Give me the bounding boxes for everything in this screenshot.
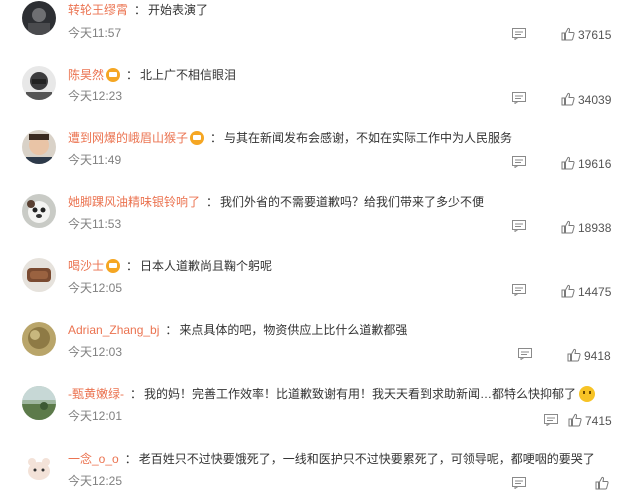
colon: ：: [130, 387, 143, 401]
colon: ：: [206, 195, 219, 209]
verified-badge-icon: [190, 131, 205, 145]
thumbs-up-icon: [561, 156, 575, 170]
thumbs-up-icon: [561, 27, 575, 41]
comment-text: 日本人道歉尚且鞠个躬呢: [140, 259, 273, 273]
comment-text: 老百姓只不过快要饿死了，一线和医护只不过快要累死了，可领导呢，都哽咽的要哭了: [138, 452, 595, 466]
like-button[interactable]: 34039: [561, 91, 612, 107]
comment-text: 开始表演了: [148, 3, 209, 17]
comment-row: 一念_o_o ：老百姓只不过快要饿死了，一线和医护只不过快要累死了，可领导呢，都哽…: [0, 448, 640, 503]
reply-icon[interactable]: [544, 414, 558, 426]
like-count: 7415: [585, 414, 612, 428]
comment-time: 今天12:23: [68, 89, 123, 103]
like-button[interactable]: 37615: [561, 26, 612, 42]
like-count: 19616: [578, 157, 612, 171]
comment-time: 今天11:57: [68, 26, 122, 40]
thumbs-up-icon: [561, 284, 575, 298]
like-count: 9418: [584, 349, 611, 363]
thumbs-up-icon: [568, 413, 582, 427]
comment-text: 我们外省的不需要道歉吗？给我们带来了多少不便: [220, 195, 485, 209]
reply-icon[interactable]: [518, 348, 532, 360]
thinking-emoji-icon: [579, 386, 596, 402]
colon: ：: [126, 68, 139, 82]
comment-row: 遭到网爆的峨眉山猴子 ：与其在新闻发布会感谢，不如在实际工作中为人民服务 今天11…: [0, 128, 640, 192]
reply-icon[interactable]: [512, 156, 526, 168]
comment-text: 与其在新闻发布会感谢，不如在实际工作中为人民服务: [224, 131, 513, 145]
avatar[interactable]: [22, 258, 56, 292]
comment-username[interactable]: -甄黄嫩绿-: [68, 387, 124, 401]
comment-time: 今天12:01: [68, 409, 123, 423]
comment-text: 来点具体的吧，物资供应上比什么道歉都强: [179, 323, 408, 337]
colon: ：: [124, 452, 137, 466]
like-button[interactable]: 9418: [567, 347, 611, 363]
colon: ：: [134, 3, 147, 17]
avatar[interactable]: [22, 1, 56, 35]
like-button[interactable]: 7415: [568, 412, 612, 428]
like-button[interactable]: [595, 475, 612, 490]
thumbs-up-icon: [561, 220, 575, 234]
like-button[interactable]: 19616: [561, 155, 612, 171]
comment-username[interactable]: 转轮王缪霄: [68, 3, 128, 17]
comment-text: 我的妈！完善工作效率！比道歉致谢有用！我天天看到求助新闻…都特么快抑郁了: [144, 387, 577, 401]
comment-time: 今天11:53: [68, 217, 122, 231]
reply-icon[interactable]: [512, 477, 526, 489]
avatar[interactable]: [22, 66, 56, 100]
comment-username[interactable]: 喝沙士: [68, 259, 104, 273]
like-button[interactable]: 14475: [561, 283, 612, 299]
avatar[interactable]: [22, 386, 56, 420]
comment-username[interactable]: 陈昊然: [68, 68, 104, 82]
reply-icon[interactable]: [512, 284, 526, 296]
colon: ：: [210, 131, 223, 145]
colon: ：: [165, 323, 178, 337]
thumbs-up-icon: [595, 476, 609, 490]
comment-username[interactable]: 她脚踝风油精味银铃响了: [68, 195, 200, 209]
comment-row: -甄黄嫩绿- ：我的妈！完善工作效率！比道歉致谢有用！我天天看到求助新闻…都特么快…: [0, 384, 640, 448]
comment-text: 北上广不相信眼泪: [140, 68, 237, 82]
like-count: 18938: [578, 221, 612, 235]
comment-username[interactable]: Adrian_Zhang_bj: [68, 323, 159, 337]
avatar[interactable]: [22, 452, 56, 486]
like-count: 34039: [578, 93, 612, 107]
reply-icon[interactable]: [512, 220, 526, 232]
verified-badge-icon: [106, 68, 121, 82]
comment-time: 今天12:25: [68, 474, 123, 488]
comment-row: Adrian_Zhang_bj ：来点具体的吧，物资供应上比什么道歉都强 今天12…: [0, 320, 640, 384]
comment-username[interactable]: 遭到网爆的峨眉山猴子: [68, 131, 188, 145]
avatar[interactable]: [22, 130, 56, 164]
thumbs-up-icon: [567, 348, 581, 362]
comment-username[interactable]: 一念_o_o: [68, 452, 119, 466]
avatar[interactable]: [22, 322, 56, 356]
like-count: 37615: [578, 28, 612, 42]
like-button[interactable]: 18938: [561, 219, 612, 235]
verified-badge-icon: [106, 259, 121, 273]
thumbs-up-icon: [561, 92, 575, 106]
comment-row: 转轮王缪霄 ：开始表演了 今天11:57 37615: [0, 0, 640, 64]
avatar[interactable]: [22, 194, 56, 228]
like-count: 14475: [578, 285, 612, 299]
comment-row: 喝沙士 ：日本人道歉尚且鞠个躬呢 今天12:05 14475: [0, 256, 640, 320]
colon: ：: [126, 259, 139, 273]
reply-icon[interactable]: [512, 28, 526, 40]
comment-time: 今天12:03: [68, 345, 123, 359]
comment-time: 今天12:05: [68, 281, 123, 295]
comment-row: 陈昊然 ：北上广不相信眼泪 今天12:23 34039: [0, 64, 640, 128]
reply-icon[interactable]: [512, 92, 526, 104]
comment-time: 今天11:49: [68, 153, 122, 167]
comment-row: 她脚踝风油精味银铃响了 ：我们外省的不需要道歉吗？给我们带来了多少不便 今天11:…: [0, 192, 640, 256]
